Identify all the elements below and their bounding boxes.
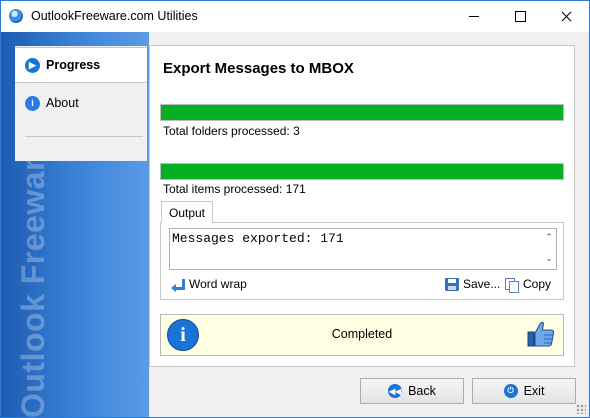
exit-button[interactable]: ⏻ Exit [472,378,576,404]
scroll-down-icon[interactable]: ⌄ [544,253,554,263]
page-title: Export Messages to MBOX [163,60,354,77]
back-label: Back [408,384,436,398]
folders-progress-bar [160,104,564,121]
copy-label: Copy [523,277,552,291]
floppy-disk-icon [445,277,459,291]
save-label: Save... [463,277,501,291]
resize-grip[interactable] [576,404,586,414]
main-panel: Export Messages to MBOX Total folders pr… [149,45,575,367]
sidebar-item-label: Progress [46,58,101,72]
nav-divider [25,136,143,137]
word-wrap-button[interactable]: Word wrap [171,277,247,292]
word-wrap-icon [171,277,185,292]
word-wrap-label: Word wrap [189,277,247,291]
output-text: Messages exported: 171 [172,231,344,246]
app-icon [9,9,23,23]
window-title: OutlookFreeware.com Utilities [31,9,198,23]
tab-output[interactable]: Output [161,201,213,223]
maximize-button[interactable] [497,1,543,32]
progress-fill [161,164,563,179]
scroll-up-icon[interactable]: ⌃ [544,232,554,242]
output-panel: Messages exported: 171 ⌃ ⌄ Word wrap Sav… [160,222,564,300]
back-icon: ◀◀ [388,384,403,398]
back-button[interactable]: ◀◀ Back [360,378,464,404]
copy-icon [505,277,519,293]
minimize-button[interactable] [451,1,497,32]
play-icon: ▶ [25,57,40,73]
app-window: OutlookFreeware.com Utilities Outlook Fr… [0,0,590,418]
sidebar-item-label: About [46,96,79,110]
sidebar-item-about[interactable]: i About [15,86,147,120]
thumbs-up-icon [527,321,555,347]
title-bar: OutlookFreeware.com Utilities [1,1,589,32]
power-icon: ⏻ [503,384,518,398]
items-progress-label: Total items processed: 171 [163,182,306,196]
items-progress-bar [160,163,564,180]
progress-fill [161,105,563,120]
nav-panel: ▶ Progress i About [15,46,147,161]
close-button[interactable] [543,1,589,32]
info-icon: i [25,95,40,111]
folders-progress-label: Total folders processed: 3 [163,124,300,138]
sidebar: Outlook Freeware .com ▶ Progress i About [1,32,149,417]
status-panel: i Completed [160,314,564,356]
status-text: Completed [331,327,393,341]
output-textbox[interactable]: Messages exported: 171 ⌃ ⌄ [169,228,557,270]
save-button[interactable]: Save... [445,277,500,291]
exit-label: Exit [523,384,545,398]
sidebar-item-progress[interactable]: ▶ Progress [15,47,147,83]
copy-button[interactable]: Copy [505,277,552,293]
